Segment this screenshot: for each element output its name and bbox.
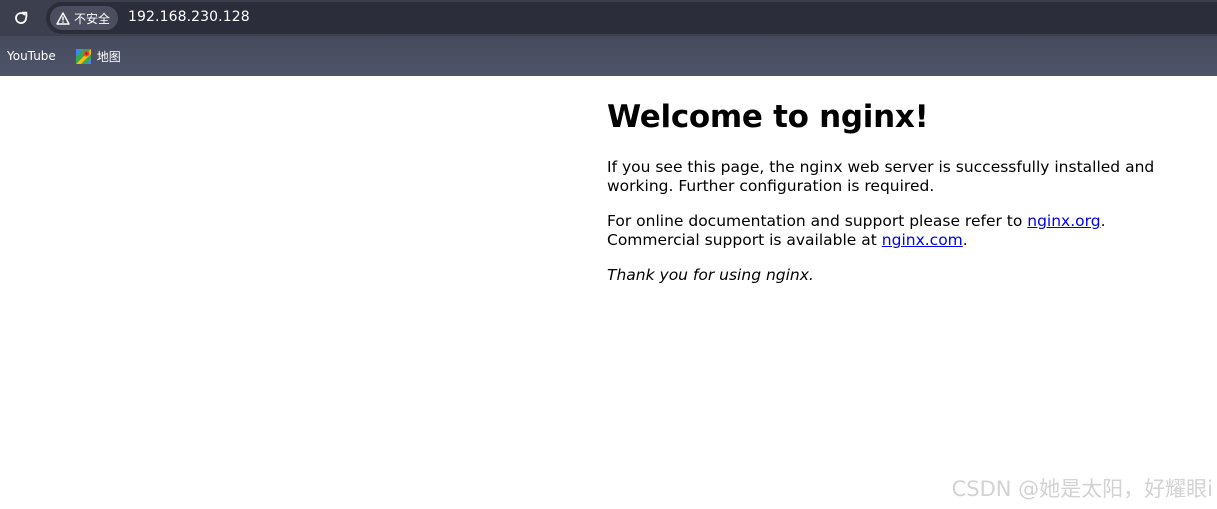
- commercial-punct: .: [962, 231, 968, 249]
- thanks-paragraph: Thank you for using nginx.: [607, 266, 1167, 285]
- nginx-welcome-content: Welcome to nginx! If you see this page, …: [607, 96, 1167, 285]
- support-paragraph: For online documentation and support ple…: [607, 212, 1167, 250]
- security-label: 不安全: [74, 11, 111, 26]
- thanks-text: Thank you for using nginx.: [607, 266, 814, 284]
- commercial-text: Commercial support is available at: [607, 231, 882, 249]
- address-bar[interactable]: 不安全 192.168.230.128: [46, 2, 1217, 34]
- intro-paragraph: If you see this page, the nginx web serv…: [607, 158, 1155, 195]
- page-title: Welcome to nginx!: [607, 99, 929, 135]
- maps-icon: [75, 48, 91, 64]
- bookmark-label: YouTube: [7, 49, 56, 63]
- watermark: CSDN @她是太阳，好耀眼i: [951, 477, 1213, 501]
- support-punct: .: [1100, 212, 1106, 230]
- security-indicator[interactable]: 不安全: [50, 6, 119, 30]
- reload-icon: [15, 11, 28, 24]
- support-text: For online documentation and support ple…: [607, 212, 1028, 230]
- bookmark-youtube[interactable]: YouTube: [1, 42, 62, 70]
- bookmark-label: 地图: [96, 49, 121, 64]
- url-text[interactable]: 192.168.230.128: [128, 9, 250, 25]
- browser-chrome: 不安全 192.168.230.128 YouTube 地图: [0, 0, 1217, 76]
- reload-button[interactable]: [10, 7, 32, 29]
- page-content: Welcome to nginx! If you see this page, …: [0, 76, 1217, 509]
- nginx-com-link[interactable]: nginx.com: [882, 231, 963, 249]
- browser-toolbar: 不安全 192.168.230.128: [0, 0, 1217, 36]
- bookmark-maps[interactable]: 地图: [70, 42, 127, 70]
- nginx-org-link[interactable]: nginx.org: [1027, 212, 1100, 230]
- bookmarks-bar: YouTube 地图: [0, 36, 1217, 76]
- warning-icon: [56, 11, 70, 25]
